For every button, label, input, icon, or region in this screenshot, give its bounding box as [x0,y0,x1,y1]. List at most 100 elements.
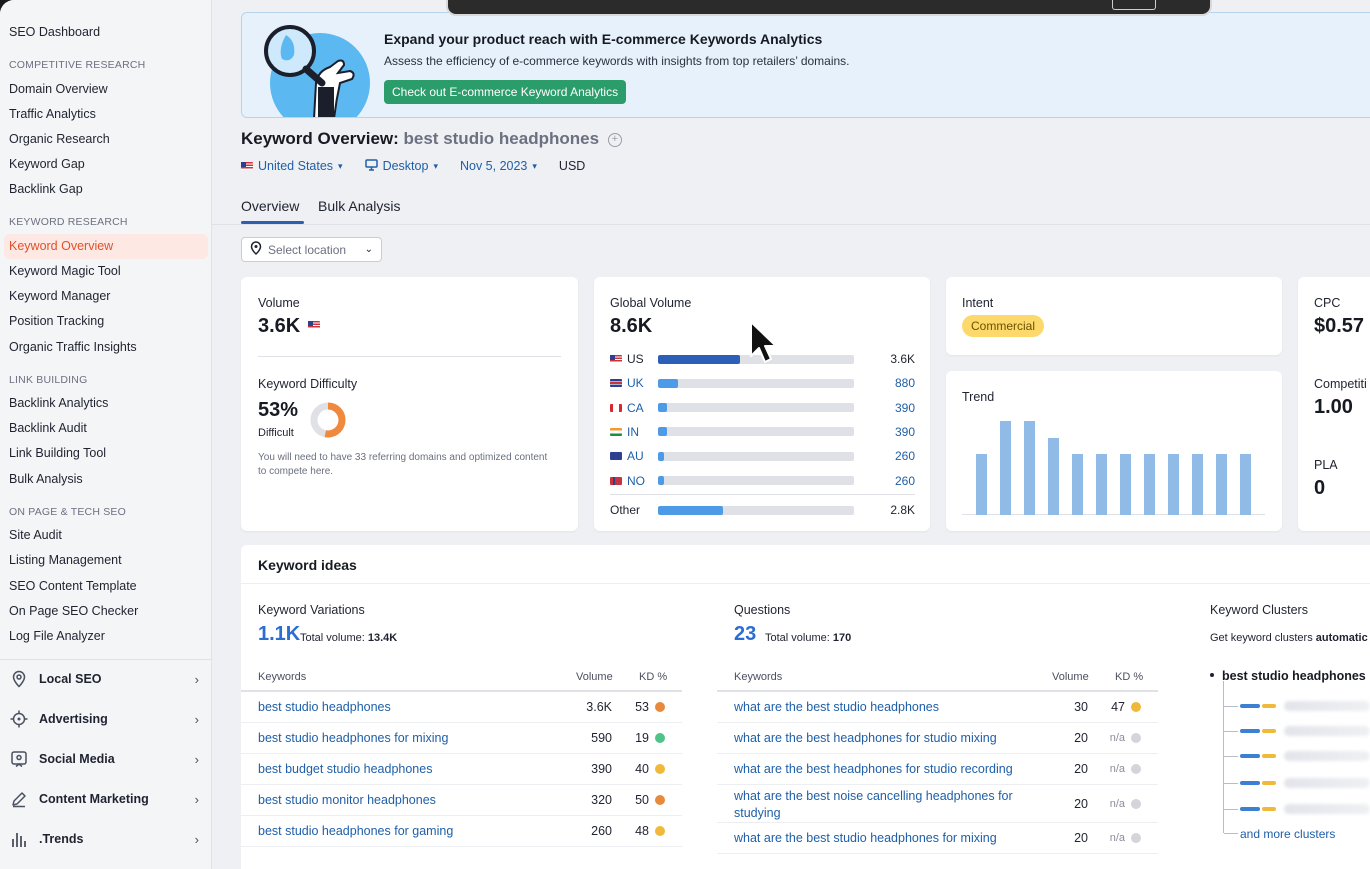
sidebar-item-on-page-seo-checker[interactable]: On Page SEO Checker [9,604,138,618]
date-select[interactable]: Nov 5, 2023 ▾ [460,159,537,173]
sidebar-item-seo-dashboard[interactable]: SEO Dashboard [9,25,100,39]
column-header-kd[interactable]: KD % [639,671,667,685]
cpc-value: $0.57 [1314,315,1365,337]
sidebar-section-title: ON PAGE & TECH SEO [9,506,126,518]
sidebar-item-keyword-overview[interactable]: Keyword Overview [9,239,113,253]
table-row: what are the best headphones for studio … [717,723,1158,754]
global-volume-row-no[interactable]: NO 260 [610,474,915,488]
competition-label: Competiti [1314,377,1367,391]
country-code-text: CA [627,400,644,415]
country-volume: 390 [894,400,915,415]
keyword-link[interactable]: what are the best noise cancelling headp… [734,788,1034,822]
sidebar-item-position-tracking[interactable]: Position Tracking [9,314,104,328]
volume-bar-fill [658,427,667,437]
trend-bar[interactable] [1048,438,1059,515]
keyword-variations-count[interactable]: 1.1K [258,623,300,646]
sidebar: SEO Dashboard COMPETITIVE RESEARCH Domai… [0,0,212,869]
add-keyword-plus-icon[interactable]: + [607,133,622,147]
trend-bar[interactable] [1168,453,1179,515]
cluster-root-keyword[interactable]: best studio headphones [1222,669,1366,683]
sidebar-item-bulk-analysis[interactable]: Bulk Analysis [9,472,83,486]
sidebar-item-link-building-tool[interactable]: Link Building Tool [9,446,106,460]
cluster-item[interactable] [1210,776,1370,790]
keyword-link[interactable]: best studio headphones for mixing [258,731,578,746]
sidebar-item-traffic-analytics[interactable]: Traffic Analytics [9,107,96,121]
keyword-link[interactable]: what are the best studio headphones [734,700,1054,715]
chevron-down-icon: ▾ [532,160,537,171]
global-volume-row-other[interactable]: Other 2.8K [610,503,915,517]
sidebar-item-seo-content-template[interactable]: SEO Content Template [9,579,137,593]
questions-count[interactable]: 23 [734,623,756,646]
us-flag-icon [610,355,622,363]
sidebar-item-log-file-analyzer[interactable]: Log File Analyzer [9,629,105,643]
global-volume-row-au[interactable]: AU 260 [610,449,915,463]
currency-label: USD [558,159,586,173]
trend-bar[interactable] [1120,453,1131,515]
sidebar-item-backlink-gap[interactable]: Backlink Gap [9,182,83,196]
keyword-link[interactable]: best studio monitor headphones [258,793,578,808]
cluster-item[interactable] [1210,724,1370,738]
total-label: Total volume: [765,632,830,644]
column-header-volume[interactable]: Volume [576,671,613,685]
country-volume: 260 [894,449,915,464]
global-volume-row-in[interactable]: IN 390 [610,425,915,439]
trend-bar[interactable] [1024,420,1035,515]
trend-bar[interactable] [1216,453,1227,515]
screen-share-button[interactable] [1112,0,1156,10]
sidebar-group-local-seo[interactable]: Local SEO › [9,667,199,691]
location-select[interactable]: Select location ⌄ [241,237,382,262]
sidebar-group-advertising[interactable]: Advertising › [9,707,199,731]
sidebar-item-domain-overview[interactable]: Domain Overview [9,82,108,96]
sidebar-item-keyword-gap[interactable]: Keyword Gap [9,157,85,171]
device-select[interactable]: Desktop ▾ [364,158,438,174]
trend-card: Trend [946,371,1282,531]
trend-bar[interactable] [1000,420,1011,515]
us-flag-icon [241,162,253,170]
keyword-difficulty: n/a [1109,832,1125,844]
keyword-link[interactable]: what are the best headphones for studio … [734,762,1054,777]
sidebar-item-keyword-manager[interactable]: Keyword Manager [9,289,110,303]
global-volume-row-ca[interactable]: CA 390 [610,401,915,415]
global-volume-value: 8.6K [610,315,653,337]
keyword-link[interactable]: best budget studio headphones [258,762,578,777]
keyword-link[interactable]: best studio headphones [258,700,578,715]
country-select[interactable]: United States ▾ [241,159,343,173]
sidebar-group-trends[interactable]: .Trends › [9,827,199,851]
cluster-item[interactable] [1210,749,1370,763]
sidebar-item-keyword-magic-tool[interactable]: Keyword Magic Tool [9,264,121,278]
magnifier-illustration-icon [264,25,370,117]
trend-bar[interactable] [976,453,987,515]
trend-bar[interactable] [1240,453,1251,515]
volume-bar-track [658,476,854,485]
trend-bar[interactable] [1192,453,1203,515]
keyword-link[interactable]: best studio headphones for gaming [258,824,578,839]
keyword-link[interactable]: what are the best studio headphones for … [734,831,1054,846]
column-header-kd[interactable]: KD % [1115,671,1143,685]
column-header-volume[interactable]: Volume [1052,671,1089,685]
sidebar-item-backlink-audit[interactable]: Backlink Audit [9,421,87,435]
keyword-difficulty: 47 [1111,700,1125,714]
cluster-item[interactable] [1210,699,1370,713]
chevron-right-icon: › [194,671,199,687]
volume-bar-track [658,505,854,515]
ecommerce-analytics-button[interactable]: Check out E-commerce Keyword Analytics [384,80,627,104]
global-volume-row-uk[interactable]: UK 880 [610,376,915,390]
sidebar-item-backlink-analytics[interactable]: Backlink Analytics [9,396,108,410]
us-flag-icon [307,321,320,329]
trend-bar[interactable] [1072,453,1083,515]
trend-bar[interactable] [1096,453,1107,515]
sidebar-item-organic-traffic-insights[interactable]: Organic Traffic Insights [9,340,137,354]
cluster-item[interactable] [1210,802,1370,816]
tab-overview[interactable]: Overview [241,198,299,214]
keyword-link[interactable]: what are the best headphones for studio … [734,731,1054,746]
trend-bar[interactable] [1144,453,1155,515]
country-code: AU [610,449,648,463]
sidebar-group-content-marketing[interactable]: Content Marketing › [9,787,199,811]
sidebar-item-listing-management[interactable]: Listing Management [9,553,122,567]
sidebar-item-site-audit[interactable]: Site Audit [9,528,62,542]
tab-bulk-analysis[interactable]: Bulk Analysis [318,198,400,214]
sidebar-item-organic-research[interactable]: Organic Research [9,132,110,146]
sidebar-group-social-media[interactable]: Social Media › [9,747,199,771]
volume-bar-track [658,378,854,388]
more-clusters-link[interactable]: and more clusters [1240,827,1335,841]
